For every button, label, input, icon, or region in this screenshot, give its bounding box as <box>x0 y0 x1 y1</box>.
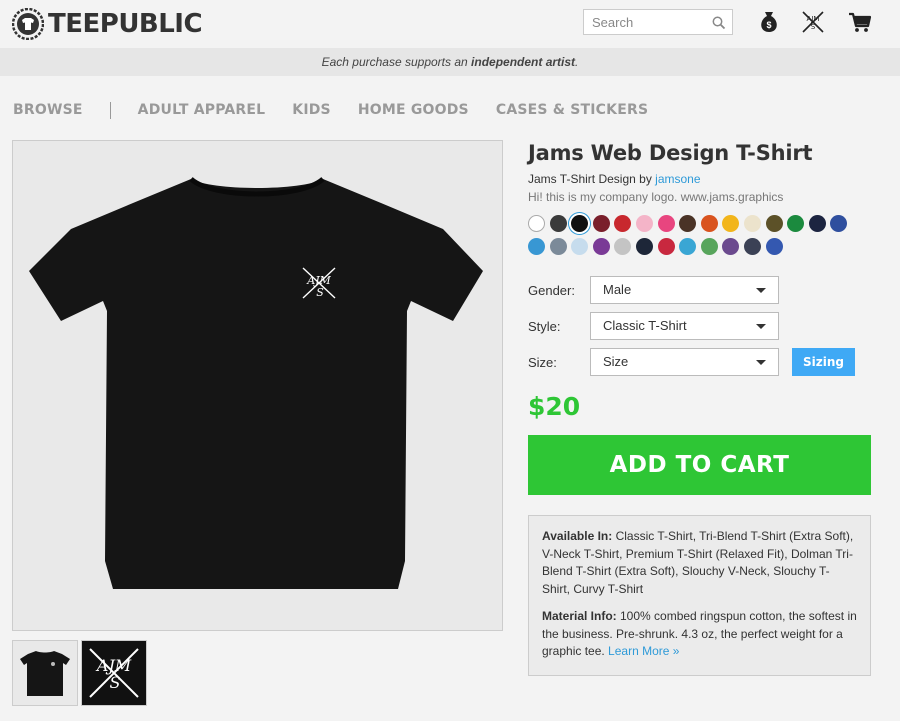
nav-adult-apparel[interactable]: ADULT APPAREL <box>138 102 266 118</box>
material-info-text: Material Info: 100% combed ringspun cott… <box>542 608 857 661</box>
svg-text:S: S <box>811 23 816 31</box>
color-swatch[interactable] <box>571 238 589 255</box>
color-swatch[interactable] <box>571 215 589 232</box>
logo-wreath-icon <box>12 8 44 40</box>
tagline-emphasis: independent artist <box>471 55 576 69</box>
learn-more-link[interactable]: Learn More » <box>608 644 679 658</box>
color-swatch[interactable] <box>830 215 848 232</box>
color-swatch[interactable] <box>549 238 567 255</box>
color-swatch[interactable] <box>528 215 545 232</box>
thumbnail-design[interactable]: AJM S <box>81 640 147 706</box>
nav-cases-stickers[interactable]: CASES & STICKERS <box>496 102 648 118</box>
color-swatch[interactable] <box>592 238 610 255</box>
color-swatch[interactable] <box>549 215 567 232</box>
gender-label: Gender: <box>528 283 575 298</box>
design-logo-thumbnail: AJM S <box>89 648 139 698</box>
nav-browse[interactable]: BROWSE <box>13 102 83 118</box>
color-swatch[interactable] <box>765 215 783 232</box>
gender-select[interactable]: Male <box>590 276 779 304</box>
subtitle-prefix: Jams T-Shirt Design by <box>528 172 656 186</box>
available-in-label: Available In: <box>542 529 613 543</box>
artist-link[interactable]: jamsone <box>655 172 700 186</box>
color-swatch[interactable] <box>722 238 740 255</box>
tshirt-image: AJM S <box>29 176 483 589</box>
tagline-prefix: Each purchase supports an <box>321 55 472 69</box>
product-info-box: Available In: Classic T-Shirt, Tri-Blend… <box>528 515 871 676</box>
search-box[interactable] <box>583 9 733 35</box>
product-subtitle: Jams T-Shirt Design by jamsone <box>528 172 701 186</box>
color-swatch[interactable] <box>636 238 653 255</box>
color-swatch[interactable] <box>614 238 632 255</box>
thumbnail-shirt[interactable] <box>12 640 78 706</box>
tshirt-thumbnail-image <box>20 651 70 696</box>
color-swatch[interactable] <box>700 238 718 255</box>
logo-text: TEEPUBLIC <box>48 9 203 39</box>
style-label: Style: <box>528 319 561 334</box>
product-description: Hi! this is my company logo. www.jams.gr… <box>528 190 784 204</box>
svg-text:S: S <box>316 286 324 299</box>
tagline-bar: Each purchase supports an independent ar… <box>0 48 900 76</box>
site-logo[interactable]: TEEPUBLIC <box>12 6 203 42</box>
svg-text:$: $ <box>766 20 771 30</box>
product-price: $20 <box>528 392 581 421</box>
style-select[interactable]: Classic T-Shirt <box>590 312 779 340</box>
sizing-button[interactable]: Sizing <box>792 348 855 376</box>
chevron-down-icon <box>756 360 766 365</box>
style-value: Classic T-Shirt <box>603 318 687 333</box>
svg-text:AJM: AJM <box>807 15 820 23</box>
product-image[interactable]: AJM S <box>12 140 503 631</box>
color-swatch[interactable] <box>528 238 545 255</box>
color-swatch[interactable] <box>614 215 632 232</box>
size-select[interactable]: Size <box>590 348 779 376</box>
tagline-suffix: . <box>575 55 579 69</box>
nav-divider <box>109 101 111 119</box>
color-swatch[interactable] <box>744 238 761 255</box>
chevron-down-icon <box>756 324 766 329</box>
svg-text:S: S <box>110 673 121 692</box>
color-swatch[interactable] <box>679 215 697 232</box>
color-swatch[interactable] <box>787 215 805 232</box>
search-input[interactable] <box>584 14 704 30</box>
size-label: Size: <box>528 355 557 370</box>
color-swatch[interactable] <box>679 238 697 255</box>
account-avatar-icon[interactable]: AJM S <box>800 9 826 35</box>
shopping-cart-icon[interactable] <box>847 9 873 35</box>
color-swatch[interactable] <box>744 215 761 232</box>
color-swatch[interactable] <box>636 215 653 232</box>
product-title: Jams Web Design T-Shirt <box>528 141 813 165</box>
material-info-label: Material Info: <box>542 609 617 623</box>
color-swatch[interactable] <box>657 238 675 255</box>
gender-value: Male <box>603 282 632 297</box>
color-swatch[interactable] <box>592 215 610 232</box>
category-nav: BROWSE ADULT APPAREL KIDS HOME GOODS CAS… <box>13 100 675 120</box>
size-value: Size <box>603 354 629 369</box>
color-swatch[interactable] <box>765 238 783 255</box>
nav-kids[interactable]: KIDS <box>292 102 331 118</box>
search-icon[interactable] <box>712 16 726 30</box>
color-swatch[interactable] <box>657 215 675 232</box>
color-swatch[interactable] <box>808 215 826 232</box>
color-swatch[interactable] <box>722 215 740 232</box>
color-swatch[interactable] <box>700 215 718 232</box>
money-bag-icon[interactable]: $ <box>756 9 782 35</box>
add-to-cart-button[interactable]: ADD TO CART <box>528 435 871 495</box>
chevron-down-icon <box>756 288 766 293</box>
nav-home-goods[interactable]: HOME GOODS <box>358 102 469 118</box>
site-header: TEEPUBLIC $ AJM S <box>0 0 900 48</box>
available-in-text: Available In: Classic T-Shirt, Tri-Blend… <box>542 528 857 598</box>
